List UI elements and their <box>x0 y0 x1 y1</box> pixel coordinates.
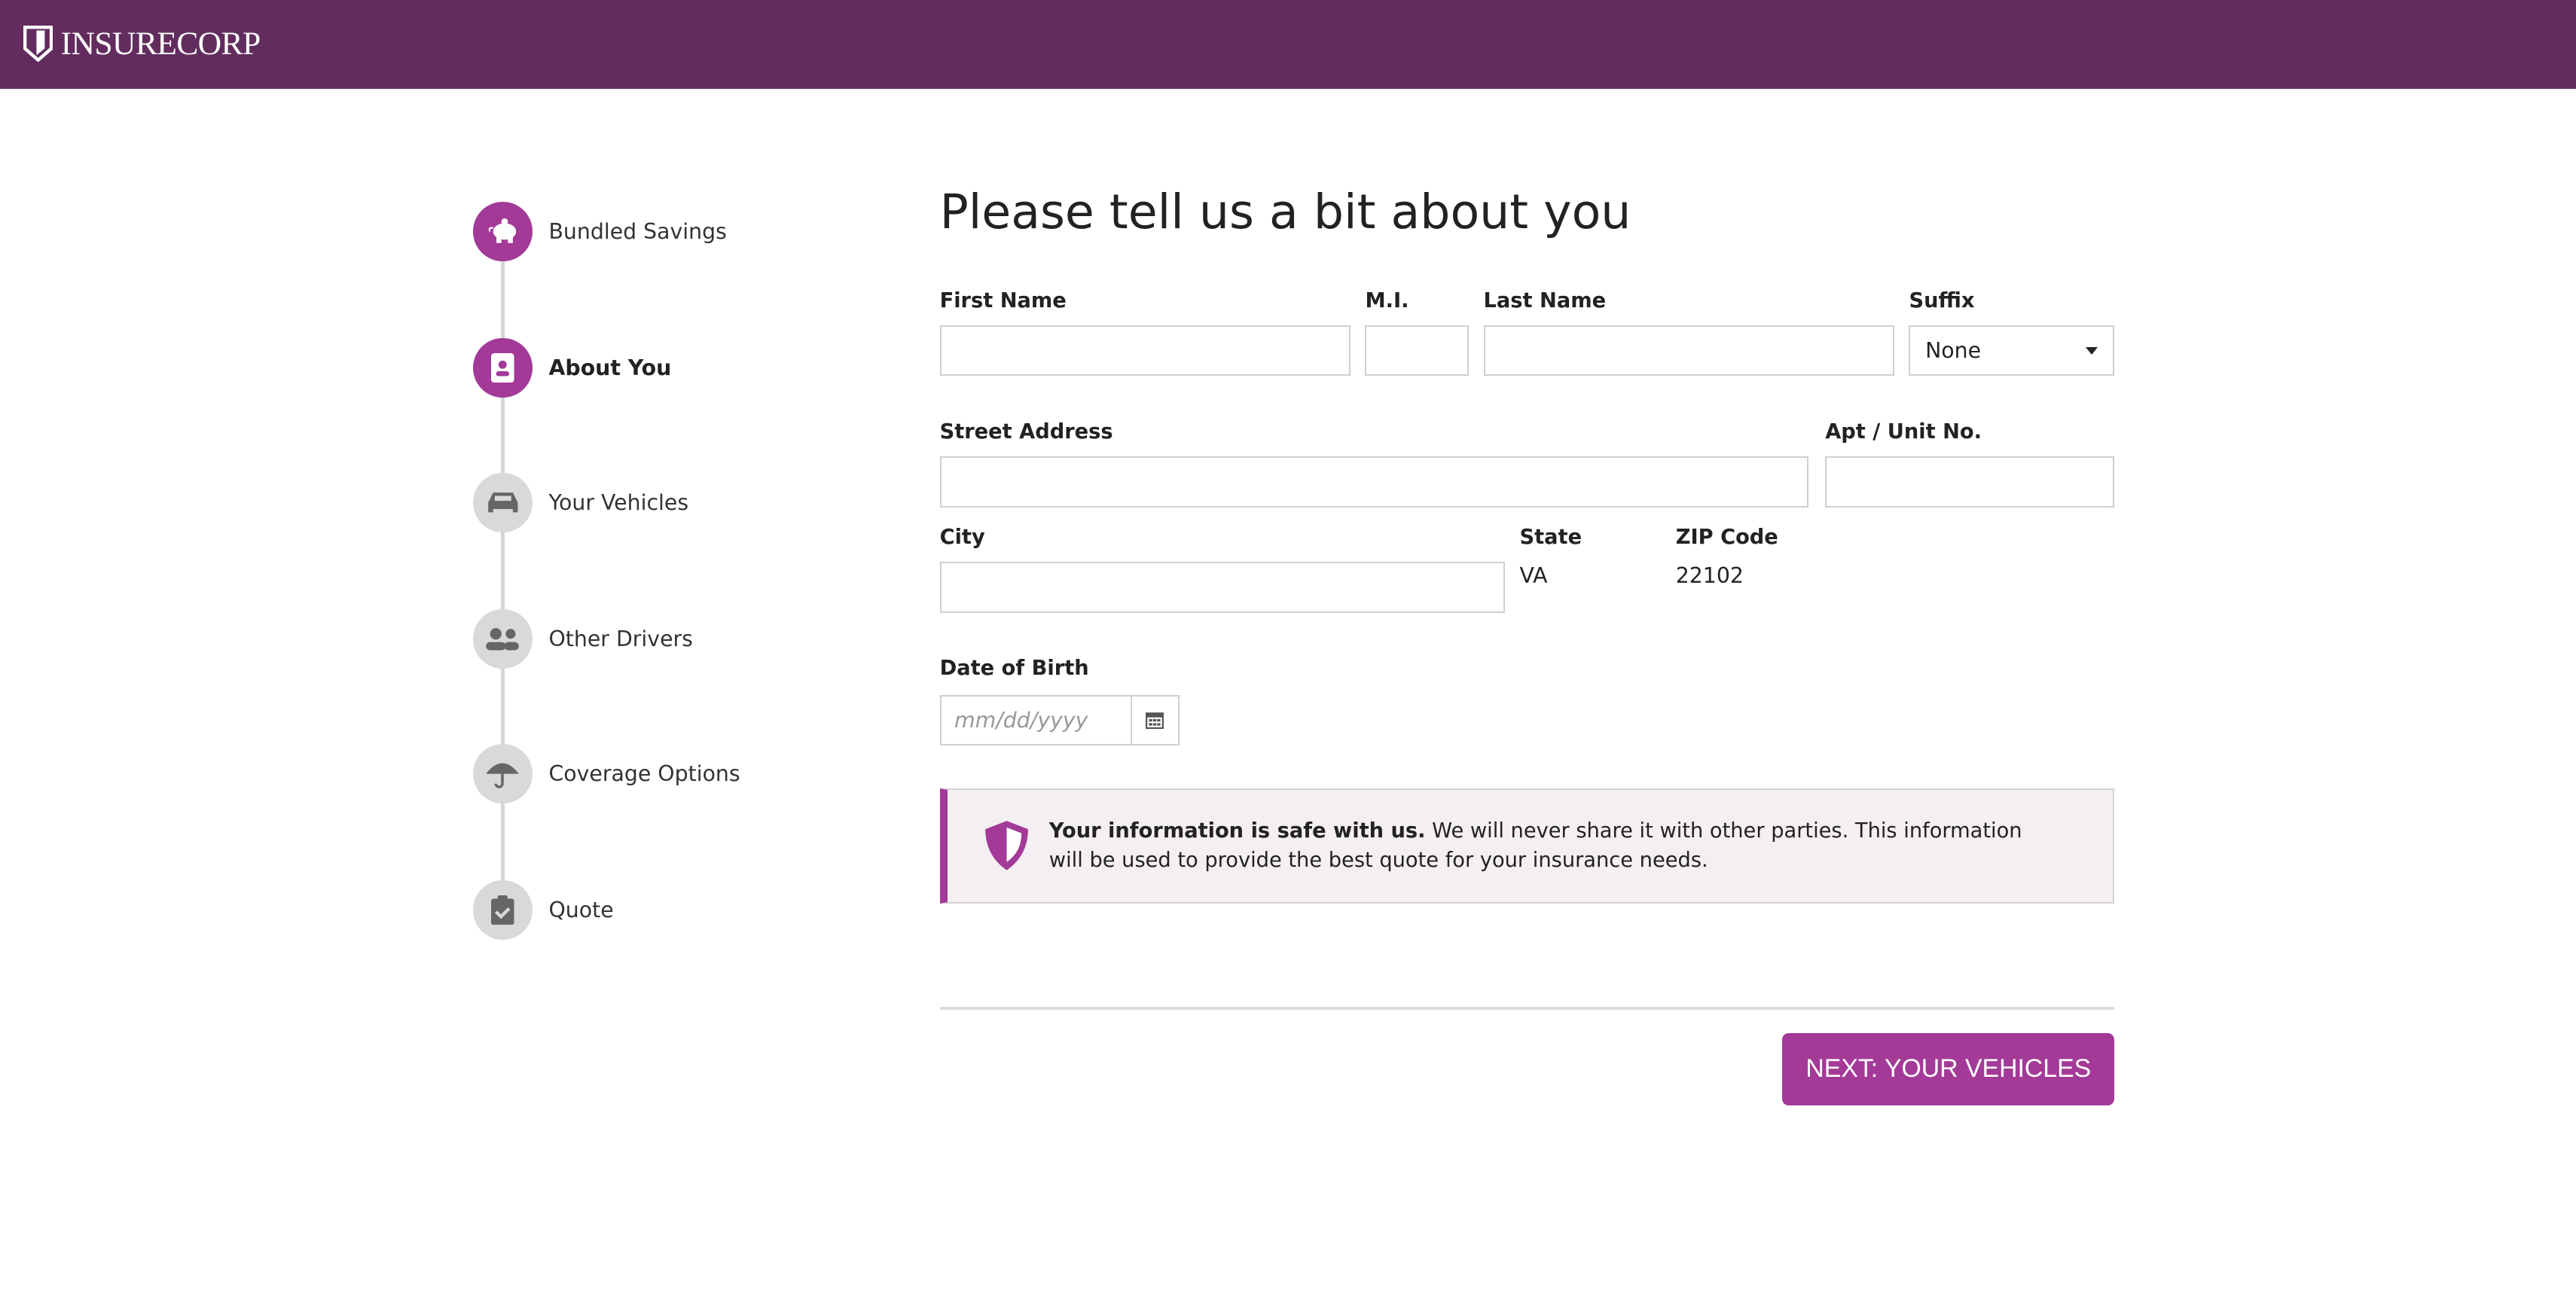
apt-input[interactable] <box>1825 456 2115 508</box>
privacy-notice-heading: Your information is safe with us. <box>1048 819 1426 843</box>
chevron-down-icon <box>2086 346 2098 355</box>
brand-name: INSURECORP <box>60 25 261 62</box>
step-label: About You <box>548 355 672 381</box>
privacy-notice: Your information is safe with us. We wil… <box>939 788 2115 904</box>
zip-value: 22102 <box>1675 563 1744 589</box>
shield-logo-icon <box>23 25 53 62</box>
dob-label: Date of Birth <box>939 657 1089 681</box>
step-bundled-savings[interactable]: Bundled Savings <box>473 202 727 261</box>
state-value: VA <box>1519 563 1548 589</box>
suffix-label: Suffix <box>1909 288 1975 313</box>
piggy-bank-icon <box>473 202 533 261</box>
step-label: Quote <box>548 897 614 922</box>
suffix-value: None <box>1925 338 1982 364</box>
next-your-vehicles-button[interactable]: NEXT: YOUR VEHICLES <box>1782 1032 2115 1105</box>
brand-logo[interactable]: INSURECORP <box>23 25 261 63</box>
step-label: Bundled Savings <box>548 219 727 245</box>
divider <box>939 1007 2115 1011</box>
dob-input[interactable]: mm/dd/yyyy <box>939 694 1132 746</box>
mi-input[interactable] <box>1365 325 1469 377</box>
last-name-input[interactable] <box>1483 325 1894 377</box>
city-input[interactable] <box>939 561 1505 613</box>
step-coverage-options[interactable]: Coverage Options <box>473 744 740 803</box>
shield-icon <box>984 821 1028 870</box>
last-name-label: Last Name <box>1483 288 1607 313</box>
step-about-you[interactable]: About You <box>473 338 671 398</box>
apt-label: Apt / Unit No. <box>1825 420 1982 444</box>
suffix-select[interactable]: None <box>1909 325 2115 377</box>
calendar-button[interactable] <box>1130 694 1180 746</box>
street-label: Street Address <box>939 420 1113 444</box>
top-header: INSURECORP <box>0 0 2576 89</box>
users-icon <box>473 609 533 669</box>
step-label: Your Vehicles <box>548 489 689 515</box>
page-title: Please tell us a bit about you <box>939 184 1631 240</box>
mi-label: M.I. <box>1365 288 1409 313</box>
step-your-vehicles[interactable]: Your Vehicles <box>473 473 688 532</box>
city-label: City <box>939 525 985 549</box>
zip-label: ZIP Code <box>1675 525 1778 549</box>
clipboard-check-icon <box>473 880 533 940</box>
id-badge-icon <box>473 338 533 398</box>
dob-placeholder: mm/dd/yyyy <box>954 707 1088 733</box>
car-icon <box>473 473 533 532</box>
street-input[interactable] <box>939 456 1809 508</box>
calendar-icon <box>1146 712 1164 730</box>
step-label: Other Drivers <box>548 626 693 651</box>
first-name-input[interactable] <box>939 325 1351 377</box>
step-quote[interactable]: Quote <box>473 880 614 940</box>
step-other-drivers[interactable]: Other Drivers <box>473 609 693 669</box>
first-name-label: First Name <box>939 288 1067 313</box>
state-label: State <box>1519 525 1583 549</box>
step-label: Coverage Options <box>548 761 740 786</box>
umbrella-icon <box>473 744 533 803</box>
